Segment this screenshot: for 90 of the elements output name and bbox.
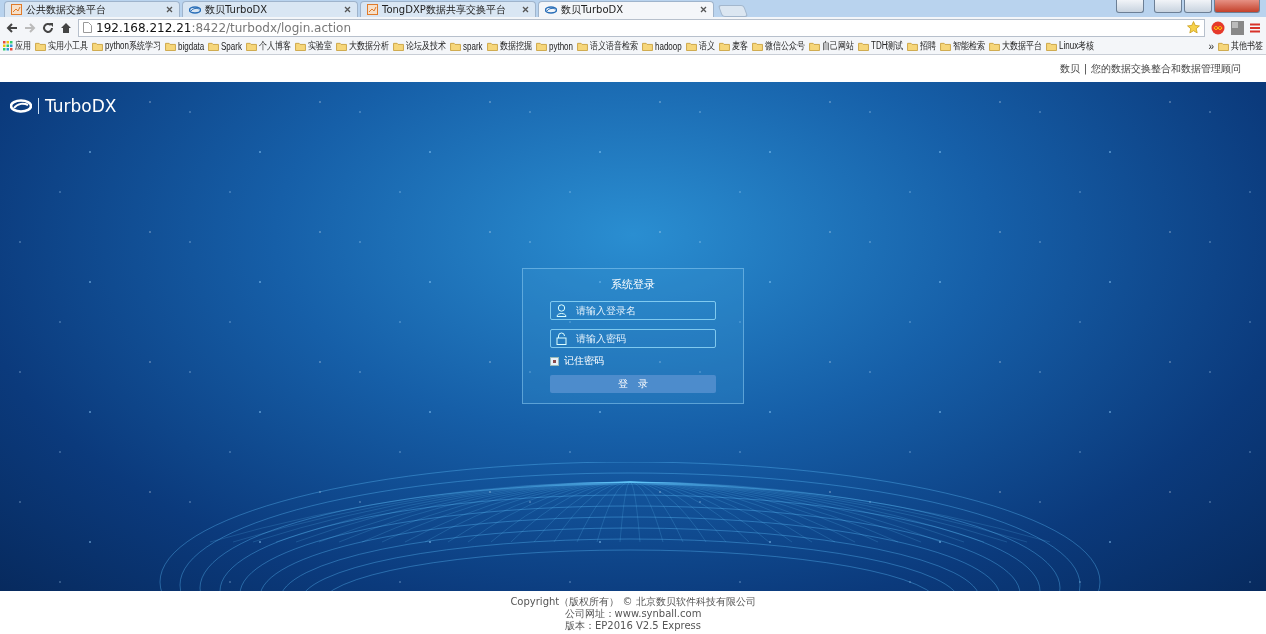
folder-icon bbox=[450, 41, 462, 51]
footer-text: 公司网址：www.synball.com bbox=[564, 607, 702, 620]
logo-icon bbox=[545, 4, 557, 15]
maximize-icon[interactable] bbox=[1184, 0, 1212, 13]
folder-icon bbox=[393, 41, 405, 51]
chart-icon bbox=[11, 4, 22, 15]
bookmark-folder[interactable]: 自己网站 bbox=[808, 39, 854, 53]
folder-icon bbox=[336, 41, 348, 51]
logo-text: TurboDX bbox=[45, 96, 117, 116]
folder-icon bbox=[35, 41, 46, 51]
extension-icon[interactable] bbox=[1211, 20, 1225, 35]
bookmark-folder[interactable]: 数据挖掘 bbox=[486, 39, 532, 53]
footer-text: Copyright（版权所有） © 北京数贝软件科技有限公司 bbox=[510, 595, 756, 608]
lock-icon bbox=[556, 332, 567, 345]
folder-icon bbox=[1046, 41, 1058, 51]
login-title: 系统登录 bbox=[610, 277, 656, 292]
bookmark-folder[interactable]: 大数据平台 bbox=[989, 39, 1043, 53]
folder-icon bbox=[208, 41, 220, 51]
username-field[interactable]: 请输入登录名 bbox=[550, 301, 716, 320]
apps-grid-icon bbox=[3, 41, 13, 51]
folder-icon bbox=[989, 41, 1001, 51]
bookmark-folder[interactable]: 语义 bbox=[685, 39, 715, 53]
reload-icon[interactable] bbox=[42, 21, 54, 34]
folder-icon bbox=[535, 41, 547, 51]
bookmark-folder[interactable]: 论坛及技术 bbox=[393, 39, 447, 53]
folder-icon bbox=[576, 41, 588, 51]
folder-icon bbox=[92, 41, 103, 51]
user-icon bbox=[556, 304, 567, 317]
folder-icon bbox=[751, 41, 763, 51]
folder-icon bbox=[808, 41, 820, 51]
bookmark-folder[interactable]: 微信公众号 bbox=[751, 39, 805, 53]
folder-icon bbox=[685, 41, 697, 51]
menu-icon[interactable] bbox=[1250, 22, 1260, 33]
bookmark-folder[interactable]: 语义语音检索 bbox=[576, 39, 638, 53]
url-text: 192.168.212.21:8422/turbodx/login.action bbox=[96, 20, 351, 35]
bookmark-folder[interactable]: bigdata bbox=[165, 40, 205, 52]
browser-tab[interactable]: 数贝TurboDX bbox=[538, 1, 714, 17]
remember-checkbox[interactable] bbox=[550, 356, 559, 366]
password-field[interactable]: 请输入密码 bbox=[550, 329, 716, 348]
bookmark-folder[interactable]: Spark bbox=[208, 40, 243, 52]
logo-icon bbox=[189, 4, 201, 15]
bookmark-folder[interactable]: 实验室 bbox=[295, 39, 333, 53]
bookmark-folder[interactable]: TDH测试 bbox=[857, 39, 904, 53]
login-button[interactable]: 登 录 bbox=[550, 375, 716, 393]
bookmark-folder[interactable]: spark bbox=[450, 40, 483, 52]
browser-tab[interactable]: 数贝TurboDX bbox=[182, 1, 358, 17]
bookmark-folder[interactable]: 实用小工具 bbox=[35, 39, 88, 53]
bookmark-folder[interactable]: python系统学习 bbox=[92, 39, 162, 53]
star-icon[interactable] bbox=[1187, 21, 1200, 34]
bookmark-folder[interactable]: 大数据分析 bbox=[336, 39, 390, 53]
address-bar[interactable]: 192.168.212.21:8422/turbodx/login.action bbox=[78, 18, 1205, 37]
back-icon[interactable] bbox=[6, 21, 18, 34]
bookmark-folder[interactable]: 麦客 bbox=[718, 39, 748, 53]
minimize-icon[interactable] bbox=[1154, 0, 1182, 13]
browser-tab[interactable]: TongDXP数据共享交换平台 bbox=[360, 1, 536, 17]
slogan-text: 您的数据交换整合和数据管理顾问 bbox=[1091, 61, 1241, 76]
bookmark-folder[interactable]: python bbox=[535, 40, 573, 52]
more-bookmarks-button[interactable]: » bbox=[1208, 40, 1214, 52]
logo-icon bbox=[10, 98, 32, 114]
folder-icon bbox=[295, 41, 307, 51]
footer-text: 版本：EP2016 V2.5 Express bbox=[565, 619, 701, 632]
browser-tab[interactable]: 公共数据交换平台 bbox=[4, 1, 180, 17]
bookmark-folder[interactable]: Linux考核 bbox=[1046, 39, 1095, 53]
page-icon bbox=[83, 22, 92, 33]
close-tab-icon[interactable] bbox=[522, 6, 529, 13]
remember-label: 记住密码 bbox=[564, 354, 604, 368]
folder-icon bbox=[246, 41, 258, 51]
bookmark-folder[interactable]: 个人博客 bbox=[246, 39, 292, 53]
restore-window-icon[interactable] bbox=[1116, 0, 1144, 13]
close-tab-icon[interactable] bbox=[344, 6, 351, 13]
folder-icon bbox=[486, 41, 498, 51]
folder-icon bbox=[641, 41, 653, 51]
folder-icon bbox=[1218, 41, 1229, 51]
chart-icon bbox=[367, 4, 378, 15]
folder-icon bbox=[165, 41, 177, 51]
close-tab-icon[interactable] bbox=[700, 6, 707, 13]
bookmark-folder[interactable]: 招聘 bbox=[907, 39, 937, 53]
extension-icon[interactable] bbox=[1231, 20, 1244, 35]
folder-icon bbox=[857, 41, 869, 51]
folder-icon bbox=[907, 41, 919, 51]
folder-icon bbox=[940, 41, 952, 51]
separator-text: | bbox=[1083, 63, 1087, 74]
folder-icon bbox=[718, 41, 730, 51]
home-icon[interactable] bbox=[60, 21, 72, 34]
bookmark-folder[interactable]: 智能检索 bbox=[940, 39, 986, 53]
bookmark-folder[interactable]: hadoop bbox=[641, 40, 682, 52]
brand-name: 数贝 bbox=[1059, 61, 1080, 76]
close-tab-icon[interactable] bbox=[166, 6, 173, 13]
apps-shortcut[interactable]: 应用 bbox=[3, 39, 31, 53]
bookmark-folder[interactable]: 其他书签 bbox=[1218, 39, 1263, 53]
